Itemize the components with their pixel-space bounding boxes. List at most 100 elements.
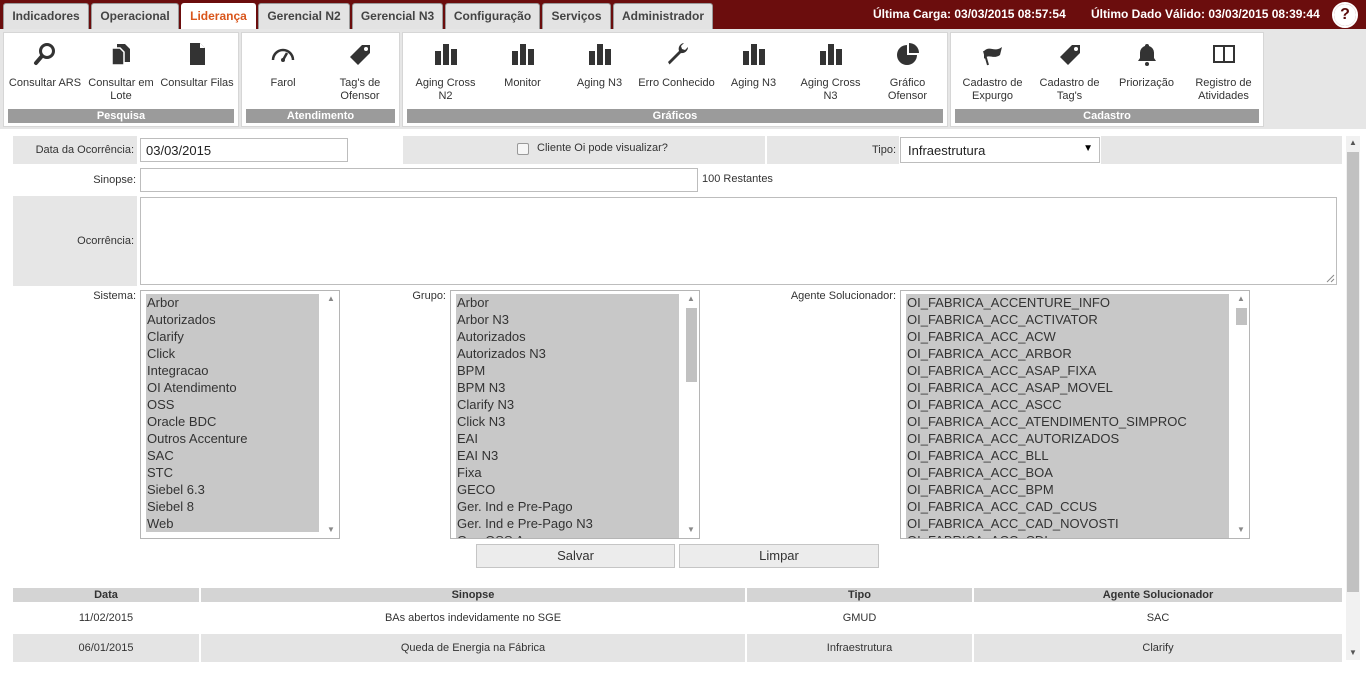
scroll-thumb[interactable] xyxy=(1236,308,1247,325)
grupo-option[interactable]: Clarify N3 xyxy=(456,396,679,413)
agente-option[interactable]: OI_FABRICA_ACC_BPM xyxy=(906,481,1229,498)
tab-configuracao[interactable]: Configuração xyxy=(445,3,540,29)
scroll-thumb[interactable] xyxy=(686,308,697,382)
grupo-option[interactable]: Click N3 xyxy=(456,413,679,430)
sistema-option[interactable]: Clarify xyxy=(146,328,319,345)
grupo-listbox[interactable]: Arbor Arbor N3 Autorizados Autorizados N3 BP… xyxy=(450,290,700,539)
grupo-option[interactable]: Ger. Ind e Pre-Pago N3 xyxy=(456,515,679,532)
agente-option[interactable]: OI_FABRICA_ACC_AUTORIZADOS xyxy=(906,430,1229,447)
sistema-option[interactable]: Siebel 8 xyxy=(146,498,319,515)
agente-option[interactable]: OI_FABRICA_ACC_ACW xyxy=(906,328,1229,345)
data-ocorrencia-input[interactable] xyxy=(140,138,348,162)
agente-option[interactable]: OI_FABRICA_ACC_BOA xyxy=(906,464,1229,481)
sistema-scrollbar[interactable]: ▲ ▼ xyxy=(323,292,339,537)
aging-cross-n2-button[interactable]: Aging Cross N2 xyxy=(407,35,484,111)
scroll-down-icon[interactable]: ▼ xyxy=(1346,646,1360,660)
grupo-option[interactable]: Arbor N3 xyxy=(456,311,679,328)
tab-gerencial-n3[interactable]: Gerencial N3 xyxy=(352,3,443,29)
cliente-checkbox[interactable] xyxy=(517,143,529,155)
consultar-filas-button[interactable]: Consultar Filas xyxy=(158,35,236,111)
agente-option[interactable]: OI_FABRICA_ACC_ACTIVATOR xyxy=(906,311,1229,328)
agente-option[interactable]: OI_FABRICA_ACC_CAD_CCUS xyxy=(906,498,1229,515)
grupo-option[interactable]: GECO xyxy=(456,481,679,498)
consultar-ars-button[interactable]: Consultar ARS xyxy=(6,35,84,111)
scroll-down-icon[interactable]: ▼ xyxy=(683,523,699,537)
scroll-up-icon[interactable]: ▲ xyxy=(1346,136,1360,150)
grupo-option[interactable]: Fixa xyxy=(456,464,679,481)
agente-listbox[interactable]: OI_FABRICA_ACCENTURE_INFO OI_FABRICA_ACC_… xyxy=(900,290,1250,539)
tags-de-ofensor-button[interactable]: Tag's de Ofensor xyxy=(322,35,398,111)
grupo-option[interactable]: Arbor xyxy=(456,294,679,311)
sinopse-input[interactable] xyxy=(140,168,698,192)
agente-option[interactable]: OI_FABRICA_ACC_ATENDIMENTO_SIMPROC xyxy=(906,413,1229,430)
ocorrencia-textarea[interactable] xyxy=(140,197,1337,285)
grupo-option[interactable]: BPM N3 xyxy=(456,379,679,396)
scroll-up-icon[interactable]: ▲ xyxy=(683,292,699,306)
grupo-option[interactable]: Autorizados N3 xyxy=(456,345,679,362)
tab-operacional[interactable]: Operacional xyxy=(91,3,179,29)
agente-option[interactable]: OI_FABRICA_ACCENTURE_INFO xyxy=(906,294,1229,311)
agente-option[interactable]: OI_FABRICA_ACC_ASAP_FIXA xyxy=(906,362,1229,379)
consultar-em-lote-button[interactable]: Consultar em Lote xyxy=(84,35,158,111)
sistema-option[interactable]: Integracao xyxy=(146,362,319,379)
registro-de-atividades-button[interactable]: Registro de Atividades xyxy=(1185,35,1262,111)
bar-chart-icon xyxy=(819,44,842,65)
agente-option[interactable]: OI_FABRICA_ACC_CDI xyxy=(906,532,1229,538)
group-title-cadastro: Cadastro xyxy=(955,109,1259,123)
tipo-select[interactable]: Infraestrutura ▼ xyxy=(900,137,1100,163)
sistema-option[interactable]: OSS xyxy=(146,396,319,413)
agente-option[interactable]: OI_FABRICA_ACC_ARBOR xyxy=(906,345,1229,362)
grupo-option[interactable]: EAI xyxy=(456,430,679,447)
salvar-button[interactable]: Salvar xyxy=(476,544,675,568)
tags-de-ofensor-label: Tag's de Ofensor xyxy=(339,77,381,102)
grafico-ofensor-button[interactable]: Gráfico Ofensor xyxy=(869,35,946,111)
tab-indicadores[interactable]: Indicadores xyxy=(3,3,89,29)
sistema-option[interactable]: Oracle BDC xyxy=(146,413,319,430)
aging-n3-label: Aging N3 xyxy=(576,77,623,89)
agente-option[interactable]: OI_FABRICA_ACC_ASCC xyxy=(906,396,1229,413)
agente-option[interactable]: OI_FABRICA_ACC_BLL xyxy=(906,447,1229,464)
grupo-option[interactable]: Ger. OSS Assurance xyxy=(456,532,679,538)
aging-cross-n3-button[interactable]: Aging Cross N3 xyxy=(792,35,869,111)
sistema-option[interactable]: OI Atendimento xyxy=(146,379,319,396)
scroll-down-icon[interactable]: ▼ xyxy=(1233,523,1249,537)
priorizacao-button[interactable]: Priorização xyxy=(1108,35,1185,111)
sistema-option[interactable]: STC xyxy=(146,464,319,481)
tab-gerencial-n2[interactable]: Gerencial N2 xyxy=(258,3,350,29)
sistema-option[interactable]: Web xyxy=(146,515,319,532)
monitor-button[interactable]: Monitor xyxy=(484,35,561,111)
sistema-option[interactable]: Click xyxy=(146,345,319,362)
limpar-button[interactable]: Limpar xyxy=(679,544,879,568)
scroll-up-icon[interactable]: ▲ xyxy=(323,292,339,306)
resize-handle-icon[interactable] xyxy=(1326,274,1335,283)
tab-administrador[interactable]: Administrador xyxy=(613,3,713,29)
sistema-option[interactable]: SAC xyxy=(146,447,319,464)
top-bar: Indicadores Operacional Liderança Gerenc… xyxy=(0,0,1366,29)
scroll-up-icon[interactable]: ▲ xyxy=(1233,292,1249,306)
tab-servicos[interactable]: Serviços xyxy=(542,3,611,29)
grupo-option[interactable]: BPM xyxy=(456,362,679,379)
scroll-down-icon[interactable]: ▼ xyxy=(323,523,339,537)
sistema-option[interactable]: Arbor xyxy=(146,294,319,311)
help-icon[interactable]: ? xyxy=(1334,4,1356,26)
cadastro-de-tags-button[interactable]: Cadastro de Tag's xyxy=(1031,35,1108,111)
erro-conhecido-button[interactable]: Erro Conhecido xyxy=(638,35,715,111)
tab-lideranca[interactable]: Liderança xyxy=(181,3,256,29)
grupo-scrollbar[interactable]: ▲ ▼ xyxy=(683,292,699,537)
agente-option[interactable]: OI_FABRICA_ACC_ASAP_MOVEL xyxy=(906,379,1229,396)
page-scrollbar[interactable]: ▲ ▼ xyxy=(1346,136,1360,660)
aging-n3-second-button[interactable]: Aging N3 xyxy=(715,35,792,111)
agente-scrollbar[interactable]: ▲ ▼ xyxy=(1233,292,1249,537)
farol-button[interactable]: Farol xyxy=(244,35,322,111)
scroll-thumb[interactable] xyxy=(1347,152,1359,592)
agente-option[interactable]: OI_FABRICA_ACC_CAD_NOVOSTI xyxy=(906,515,1229,532)
aging-n3-button[interactable]: Aging N3 xyxy=(561,35,638,111)
grupo-option[interactable]: Ger. Ind e Pre-Pago xyxy=(456,498,679,515)
grupo-option[interactable]: Autorizados xyxy=(456,328,679,345)
sistema-listbox[interactable]: Arbor Autorizados Clarify Click Integracao OI… xyxy=(140,290,340,539)
cadastro-de-expurgo-button[interactable]: Cadastro de Expurgo xyxy=(954,35,1031,111)
sistema-option[interactable]: Outros Accenture xyxy=(146,430,319,447)
grupo-option[interactable]: EAI N3 xyxy=(456,447,679,464)
sistema-option[interactable]: Autorizados xyxy=(146,311,319,328)
sistema-option[interactable]: Siebel 6.3 xyxy=(146,481,319,498)
